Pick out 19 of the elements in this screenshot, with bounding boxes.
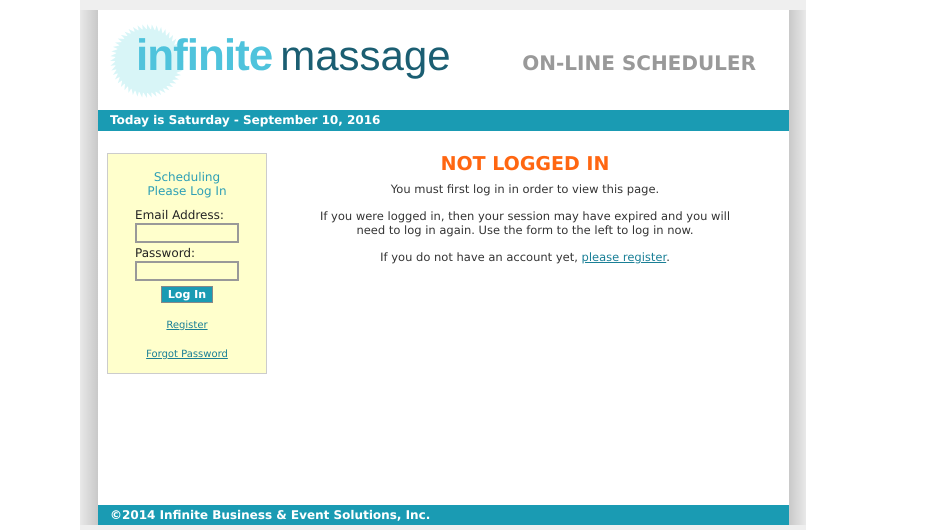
message-text: You must first log in in order to view this page. xyxy=(390,182,660,196)
logo-text: massage xyxy=(280,35,451,77)
date-bar: Today is Saturday - September 10, 2016 xyxy=(98,110,789,131)
message-title: NOT LOGGED IN xyxy=(440,153,610,175)
register-link[interactable]: please register xyxy=(582,250,666,264)
message-text: If you do not have an account yet, please register. xyxy=(380,250,670,264)
panel-link[interactable]: Forgot Password xyxy=(146,347,228,362)
panel-title: Scheduling xyxy=(154,170,220,184)
login-button[interactable]: Log In xyxy=(160,286,214,303)
input-field[interactable] xyxy=(135,223,239,243)
message-text: If you were logged in, then your session may have expired and you will need to log in again. Use the form to the left to log in now. xyxy=(318,209,732,237)
logo-text: infinite xyxy=(136,34,272,78)
field-label: Password: xyxy=(135,246,196,260)
header-title: ON-LINE SCHEDULER xyxy=(522,50,756,77)
panel-link[interactable]: Register xyxy=(166,318,208,333)
input-field[interactable] xyxy=(135,261,239,281)
footer-bar: ©2014 Infinite Business & Event Solutions, Inc. xyxy=(98,505,789,525)
field-label: Email Address: xyxy=(135,208,225,222)
panel-title: Please Log In xyxy=(147,184,227,198)
